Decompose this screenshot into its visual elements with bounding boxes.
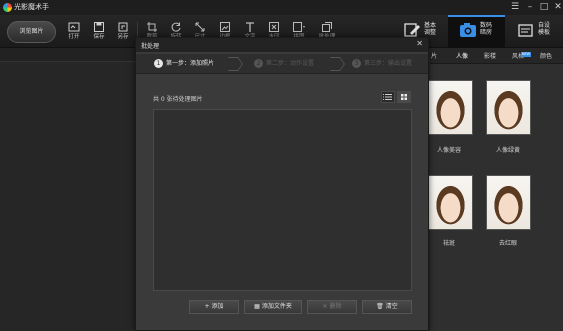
- add-folder-label: 添加文件夹: [261, 303, 292, 310]
- list-view-icon: [383, 94, 392, 100]
- text-icon: [246, 22, 254, 32]
- dialog-title: 批处理: [141, 43, 160, 50]
- step-2-number: 2: [254, 59, 263, 68]
- step-3-number: 3: [352, 59, 361, 68]
- step-2-label: 第二步：动作设置: [266, 60, 315, 67]
- plus-icon: +: [204, 303, 210, 310]
- add-folder-button[interactable]: ▦ 添加文件夹: [244, 300, 302, 314]
- open-icon: [68, 22, 80, 32]
- delete-button[interactable]: ✕ 删除: [307, 300, 357, 314]
- frame-icon: [220, 22, 230, 32]
- portrait-photo: [487, 81, 530, 134]
- step-1-number: 1: [154, 59, 163, 68]
- crop-icon: [147, 22, 157, 32]
- effect-thumbnail[interactable]: [428, 80, 473, 135]
- portrait-photo: [429, 176, 472, 229]
- resize-icon: [195, 22, 205, 32]
- save-as-label: 另存: [117, 34, 129, 40]
- effect-thumbnail[interactable]: [486, 175, 531, 230]
- step-arrow: [330, 64, 345, 71]
- effect-caption: 去红眼: [498, 240, 517, 247]
- step-1: 1 第一步：添加照片: [154, 58, 214, 70]
- save-as-icon: [118, 22, 128, 32]
- custom-template-label: 自设 模板: [538, 22, 551, 36]
- step-arrow: [330, 57, 345, 64]
- effect-caption: 人像美容: [436, 147, 461, 154]
- browse-images-button[interactable]: 浏览图片: [7, 21, 56, 43]
- clear-label: 清空: [385, 303, 398, 310]
- custom-template-button[interactable]: 自设 模板: [516, 16, 560, 47]
- tab-color[interactable]: 颜色: [540, 51, 552, 62]
- portrait-photo: [429, 81, 472, 134]
- grid-view-icon: [401, 94, 407, 100]
- effect-caption: 祛斑: [442, 240, 455, 247]
- clear-button[interactable]: 🗑 清空: [362, 300, 412, 314]
- step-3-label: 第三步：输出设置: [364, 60, 413, 67]
- save-label: 保存: [93, 34, 105, 40]
- open-button[interactable]: 打开: [61, 19, 87, 45]
- tab-studio[interactable]: 影楼: [484, 51, 496, 62]
- digital-darkroom-label: 数码 暗房: [480, 22, 493, 36]
- effects-tabs: 片 人像 影楼 风格 颜色: [430, 48, 563, 64]
- left-panel: [0, 48, 135, 331]
- grid-view-button[interactable]: [397, 91, 411, 103]
- effect-caption: 人像绿黄: [495, 147, 520, 154]
- delete-label: 删除: [329, 303, 342, 310]
- portrait-photo: [487, 176, 530, 229]
- image-list-area[interactable]: [153, 109, 412, 291]
- step-2: 2 第二步：动作设置: [254, 58, 314, 70]
- list-view-button[interactable]: [381, 91, 395, 103]
- step-arrow: [228, 57, 243, 64]
- template-icon: [518, 24, 533, 37]
- close-button[interactable]: ✕: [550, 1, 563, 13]
- tab-partial[interactable]: 片: [431, 51, 437, 62]
- step-3: 3 第三步：输出设置: [352, 58, 412, 70]
- add-label: 添加: [211, 303, 224, 310]
- batch-icon: [322, 22, 332, 32]
- title-bar: 光影魔术手 ☰ – □ ✕: [0, 0, 563, 15]
- digital-darkroom-button[interactable]: 数码 暗房: [458, 16, 502, 47]
- step-arrow: [228, 64, 243, 71]
- pending-count: 共 0 张待处理图片: [153, 96, 203, 103]
- dialog-close-button[interactable]: ✕: [416, 39, 423, 48]
- app-logo-icon: [3, 3, 12, 12]
- basic-adjust-label: 基本 调整: [424, 22, 437, 36]
- save-button[interactable]: 保存: [86, 19, 112, 45]
- dialog-title-bar: 批处理 ✕: [136, 38, 428, 52]
- left-panel-bar: [0, 48, 135, 62]
- open-label: 打开: [68, 34, 80, 40]
- tab-portrait[interactable]: 人像: [456, 51, 468, 62]
- step-1-label: 第一步：添加照片: [166, 60, 215, 67]
- step-indicator: 1 第一步：添加照片 2 第二步：动作设置 3 第三步：输出设置: [136, 54, 428, 74]
- rotate-icon: [171, 22, 181, 32]
- effect-thumbnail[interactable]: [428, 175, 473, 230]
- batch-dialog: 批处理 ✕ 1 第一步：添加照片 2 第二步：动作设置 3 第三步：输出设置 共 0 …: [135, 37, 429, 331]
- collage-icon: [293, 22, 305, 32]
- effect-thumbnail[interactable]: [486, 80, 531, 135]
- delete-icon: ✕: [322, 303, 328, 310]
- trash-icon: 🗑: [376, 303, 384, 310]
- add-button[interactable]: + 添加: [189, 300, 239, 314]
- folder-icon: ▦: [254, 303, 260, 310]
- camera-icon: [460, 23, 476, 37]
- app-title: 光影魔术手: [14, 3, 49, 11]
- menu-button[interactable]: ☰: [507, 1, 523, 13]
- save-icon: [94, 22, 104, 32]
- new-badge: NEW: [521, 52, 531, 57]
- watermark-icon: [269, 22, 279, 32]
- save-as-button[interactable]: 另存: [110, 19, 136, 45]
